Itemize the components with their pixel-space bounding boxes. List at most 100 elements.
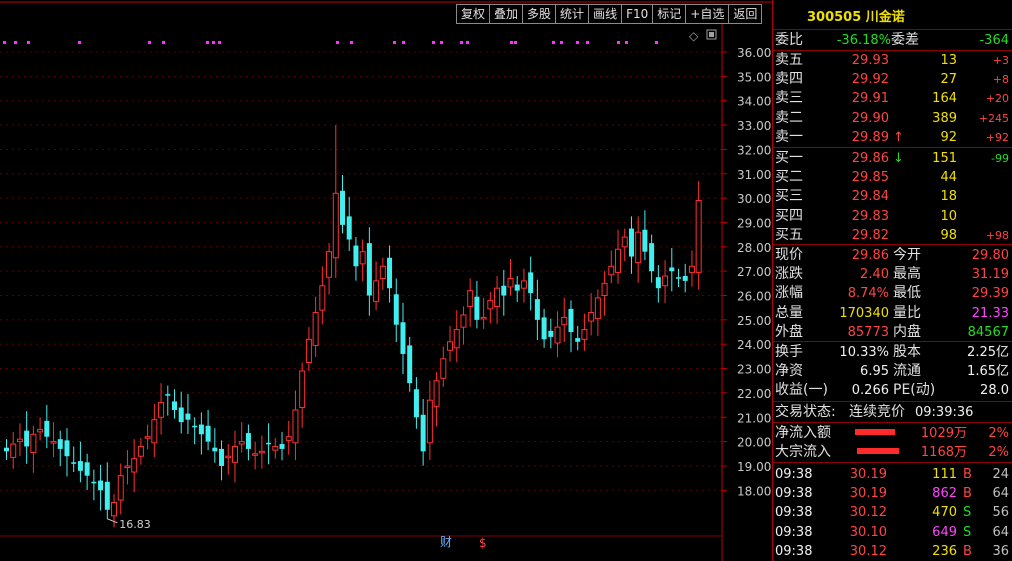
quote-row: 涨幅 8.74% 最低 29.39: [773, 284, 1012, 303]
candle-body: [440, 358, 447, 379]
sell-change: +20: [985, 92, 1009, 106]
candle-body: [24, 430, 30, 447]
fundamental-value-2: 28.0: [980, 383, 1009, 399]
candle-body: [447, 341, 454, 351]
tick-row: 09:38 30.12 470 S 56: [773, 503, 1012, 522]
quote-label: 涨幅: [775, 285, 803, 302]
fundamental-label: 净资: [775, 363, 803, 380]
toolbar-button-2[interactable]: 多股: [522, 4, 557, 24]
buy-change: -99: [991, 152, 1009, 165]
quote-value: 85773: [847, 324, 889, 340]
signal-dot: [14, 41, 17, 44]
candle-body: [158, 402, 165, 418]
candle-body: [407, 345, 413, 384]
candle-body: [299, 370, 306, 409]
tick-price: 30.12: [849, 543, 887, 559]
toolbar-button-8[interactable]: 返回: [728, 4, 763, 24]
trade-status-time: 09:39:36: [915, 405, 974, 420]
signal-dot: [27, 41, 30, 44]
order-ratio-row: 委比 -36.18% 委差 -364: [773, 31, 1012, 50]
toolbar-button-3[interactable]: 统计: [555, 4, 590, 24]
fundamental-label-2: 股本: [893, 344, 921, 360]
candle-body: [4, 447, 9, 452]
candle-body: [77, 461, 83, 471]
buy-level-row: 买三 29.84 18: [773, 187, 1012, 206]
candle-body: [192, 425, 198, 428]
kline-chart-area[interactable]: 36.00 35.00 34.00 33.00 32.00 31.00 30.00 29.00…: [0, 0, 772, 561]
up-arrow-icon: ↑: [893, 129, 904, 145]
kline-chart[interactable]: 36.00 35.00 34.00 33.00 32.00 31.00 30.00 29.00…: [0, 0, 772, 561]
y-tick-label: 33.00: [737, 119, 771, 133]
candle-body: [601, 282, 608, 297]
candle-body: [245, 433, 251, 449]
fundamental-row: 净资 6.95 流通 1.65亿: [773, 362, 1012, 381]
tick-count: 64: [992, 486, 1009, 502]
buy-label: 买一: [775, 150, 803, 166]
y-tick-label: 22.00: [737, 387, 771, 401]
stock-header: 300505 川金诺: [773, 8, 1012, 27]
candle-body: [353, 245, 359, 267]
candle-body: [185, 413, 191, 420]
toolbar-button-5[interactable]: F10: [621, 4, 654, 24]
fund-flow-pct: 2%: [988, 445, 1009, 461]
tick-price: 30.19: [849, 486, 887, 502]
candle-body: [50, 441, 57, 444]
candle-body: [98, 480, 104, 491]
fundamental-value: 0.266: [851, 383, 889, 399]
buy-volume: 151: [932, 151, 957, 166]
tick-time: 09:38: [775, 524, 813, 540]
tick-count: 36: [992, 543, 1009, 559]
y-tick-label: 32.00: [737, 143, 771, 157]
toolbar-button-7[interactable]: +自选: [685, 4, 730, 24]
candle-body: [628, 228, 634, 257]
signal-dot: [206, 41, 209, 44]
candle-body: [655, 277, 661, 289]
toolbar-button-6[interactable]: 标记: [652, 4, 687, 24]
candle-body: [528, 272, 534, 294]
fund-flow-row: 大宗流入 1168万 2%: [773, 443, 1012, 462]
fundamental-value: 6.95: [860, 364, 889, 380]
y-tick-label: 19.00: [737, 460, 771, 474]
tick-row: 09:38 30.10 649 S 64: [773, 523, 1012, 542]
candle-body: [212, 447, 218, 452]
candle-body: [433, 380, 440, 407]
tick-time: 09:38: [775, 505, 813, 521]
signal-dot: [466, 41, 469, 44]
quote-label-2: 最高: [893, 266, 921, 283]
tick-row: 09:38 30.19 111 B 24: [773, 465, 1012, 484]
toolbar-button-4[interactable]: 画线: [588, 4, 623, 24]
signal-dot: [560, 41, 563, 44]
quote-value-2: 21.33: [971, 305, 1009, 321]
wb-value: -36.18%: [836, 33, 891, 48]
candle-body: [326, 251, 333, 278]
candle-body: [387, 257, 393, 289]
toolbar-button-1[interactable]: 叠加: [489, 4, 524, 24]
buy-label: 买二: [775, 169, 803, 186]
panel-divider: [773, 341, 1012, 342]
fundamental-value-2: 2.25亿: [967, 345, 1009, 360]
candle-body: [319, 285, 326, 311]
candle-body: [292, 409, 299, 444]
signal-dot: [617, 41, 620, 44]
sell-volume: 13: [940, 53, 957, 68]
buy-price: 29.86: [851, 151, 889, 166]
fund-flow-amount: 1029万: [920, 426, 967, 441]
signal-dot: [78, 41, 81, 44]
toolbar-button-0[interactable]: 复权: [456, 4, 491, 24]
tick-count: 56: [992, 505, 1009, 521]
buy-price: 29.84: [851, 189, 889, 205]
quote-value-2: 31.19: [971, 267, 1009, 283]
candle-body: [581, 329, 588, 340]
candle-body: [514, 284, 520, 291]
tick-side: B: [963, 543, 972, 559]
y-tick-label: 20.00: [737, 436, 771, 450]
candle-body: [16, 438, 23, 443]
signal-dot: [655, 41, 658, 44]
signal-dot: [148, 41, 151, 44]
candle-body: [111, 501, 118, 517]
sell-change: +245: [978, 111, 1009, 125]
quote-label-2: 最低: [893, 285, 921, 302]
candle-body: [366, 243, 372, 296]
candle-body: [494, 287, 501, 307]
candle-body: [379, 265, 386, 279]
